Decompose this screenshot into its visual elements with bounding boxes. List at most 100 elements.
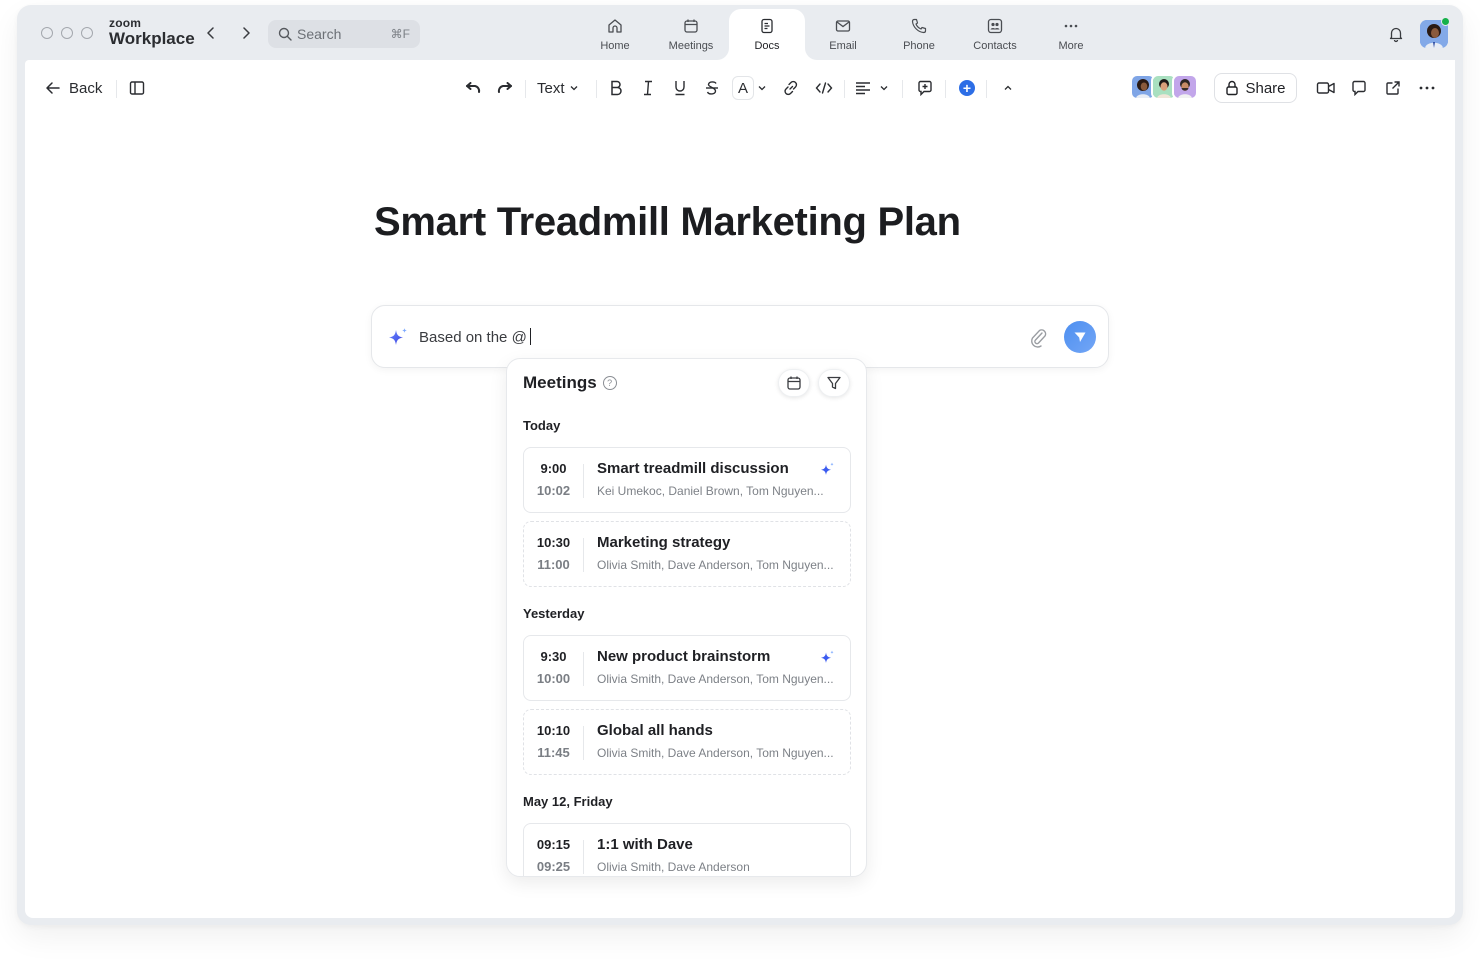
filter-icon [827,376,841,390]
history-back-button[interactable] [203,25,219,41]
share-button[interactable]: Share [1214,73,1297,103]
send-button[interactable] [1064,321,1096,353]
chevron-up-icon [1004,85,1012,90]
redo-button[interactable] [495,76,515,100]
code-button[interactable] [814,76,834,100]
strikethrough-icon [706,81,718,95]
meeting-item[interactable]: 9:00 10:02 Smart treadmill discussion Ke… [523,447,851,513]
tab-label: Email [829,40,857,52]
meeting-end: 10:02 [536,483,571,498]
share-label: Share [1245,79,1286,97]
chevron-down-icon [880,86,888,91]
chevron-left-icon [207,27,214,39]
app-tabs: Home Meetings Docs Email Phone Contacts [577,9,1109,60]
text-style-value: Text [537,79,565,97]
collaborator-avatar[interactable] [1172,74,1198,100]
chevron-down-icon [758,86,766,91]
phone-icon [911,18,927,34]
insert-button[interactable]: + [957,76,977,100]
underline-button[interactable] [669,76,691,100]
more-options-button[interactable] [1417,76,1437,100]
app-window: zoom Workplace Search ⌘F Home Meetings D… [17,5,1463,925]
group-label-may-12: May 12, Friday [523,794,613,809]
group-label-today: Today [523,418,561,433]
divider [583,464,584,498]
text-caret [529,328,531,345]
collapse-toolbar-button[interactable] [998,76,1018,100]
meeting-title: Smart treadmill discussion [597,460,789,477]
tab-label: Home [600,40,630,52]
italic-icon [644,80,652,96]
text-style-dropdown[interactable]: Text [537,76,579,100]
meeting-title: New product brainstorm [597,648,771,665]
video-call-button[interactable] [1315,76,1337,100]
align-left-icon [856,82,870,95]
tab-phone[interactable]: Phone [881,9,957,60]
add-comment-button[interactable] [915,76,935,100]
more-icon [1064,24,1078,28]
toggle-sidebar-button[interactable] [127,76,147,100]
open-external-button[interactable] [1383,76,1403,100]
back-label: Back [69,79,103,97]
meeting-end: 11:45 [537,745,570,760]
close-window-button[interactable] [41,27,53,39]
meeting-participants: Olivia Smith, Dave Anderson [597,860,750,874]
divider [583,652,584,686]
meeting-start: 10:10 [536,723,571,738]
divider [583,726,584,760]
prompt-text[interactable]: Based on the @ [419,328,531,346]
meeting-item[interactable]: 10:10 11:45 Global all hands Olivia Smit… [523,709,851,775]
minimize-window-button[interactable] [61,27,73,39]
notifications-button[interactable] [1387,25,1405,48]
alignment-dropdown[interactable] [855,76,889,100]
chevron-down-icon [570,86,577,91]
underline-icon [675,81,685,96]
search-shortcut: ⌘F [390,27,410,41]
undo-button[interactable] [463,76,483,100]
search-input[interactable]: Search ⌘F [268,20,420,48]
divider [583,538,584,572]
meeting-title: Global all hands [597,722,713,739]
meeting-title: Marketing strategy [597,534,731,551]
brand-small: zoom [109,16,142,30]
document-title[interactable]: Smart Treadmill Marketing Plan [374,200,961,245]
italic-button[interactable] [637,76,659,100]
font-color-dropdown[interactable] [756,76,768,100]
tab-home[interactable]: Home [577,9,653,60]
filter-button[interactable] [818,369,850,397]
help-icon[interactable]: ? [602,376,617,390]
link-icon [784,80,798,96]
collaborator-avatars[interactable] [1130,74,1198,100]
plus-circle-icon: + [959,80,975,96]
prompt-value: Based on the @ [419,329,527,346]
back-button[interactable]: Back [45,76,102,100]
meeting-item[interactable]: 10:30 11:00 Marketing strategy Olivia Sm… [523,521,851,587]
home-icon [608,19,622,33]
meeting-participants: Olivia Smith, Dave Anderson, Tom Nguyen.… [597,672,834,686]
maximize-window-button[interactable] [81,27,93,39]
strikethrough-button[interactable] [701,76,723,100]
editor-toolbar: Back Text A + Share [25,60,1455,116]
meeting-end: 10:00 [536,671,571,686]
link-button[interactable] [781,76,801,100]
app-logo: zoom Workplace [109,17,195,47]
calendar-icon [684,19,698,33]
toolbar-divider [525,80,526,98]
meeting-item[interactable]: 09:15 09:25 1:1 with Dave Olivia Smith, … [523,823,851,876]
calendar-icon [787,376,801,390]
meetings-picker: Meetings ? Today 9:00 10:02 Smart treadm… [506,358,867,877]
toolbar-divider [116,80,117,98]
comments-button[interactable] [1349,76,1369,100]
tab-docs[interactable]: Docs [729,9,805,60]
meeting-item[interactable]: 9:30 10:00 New product brainstorm Olivia… [523,635,851,701]
meeting-start: 9:30 [540,649,567,664]
calendar-filter-button[interactable] [778,369,810,397]
tab-contacts[interactable]: Contacts [957,9,1033,60]
history-forward-button[interactable] [238,25,254,41]
divider [583,840,584,874]
bold-button[interactable] [605,76,627,100]
attach-button[interactable] [1028,326,1048,348]
font-color-button[interactable]: A [732,76,754,100]
toolbar-divider [844,80,845,98]
tab-more[interactable]: More [1033,9,1109,60]
